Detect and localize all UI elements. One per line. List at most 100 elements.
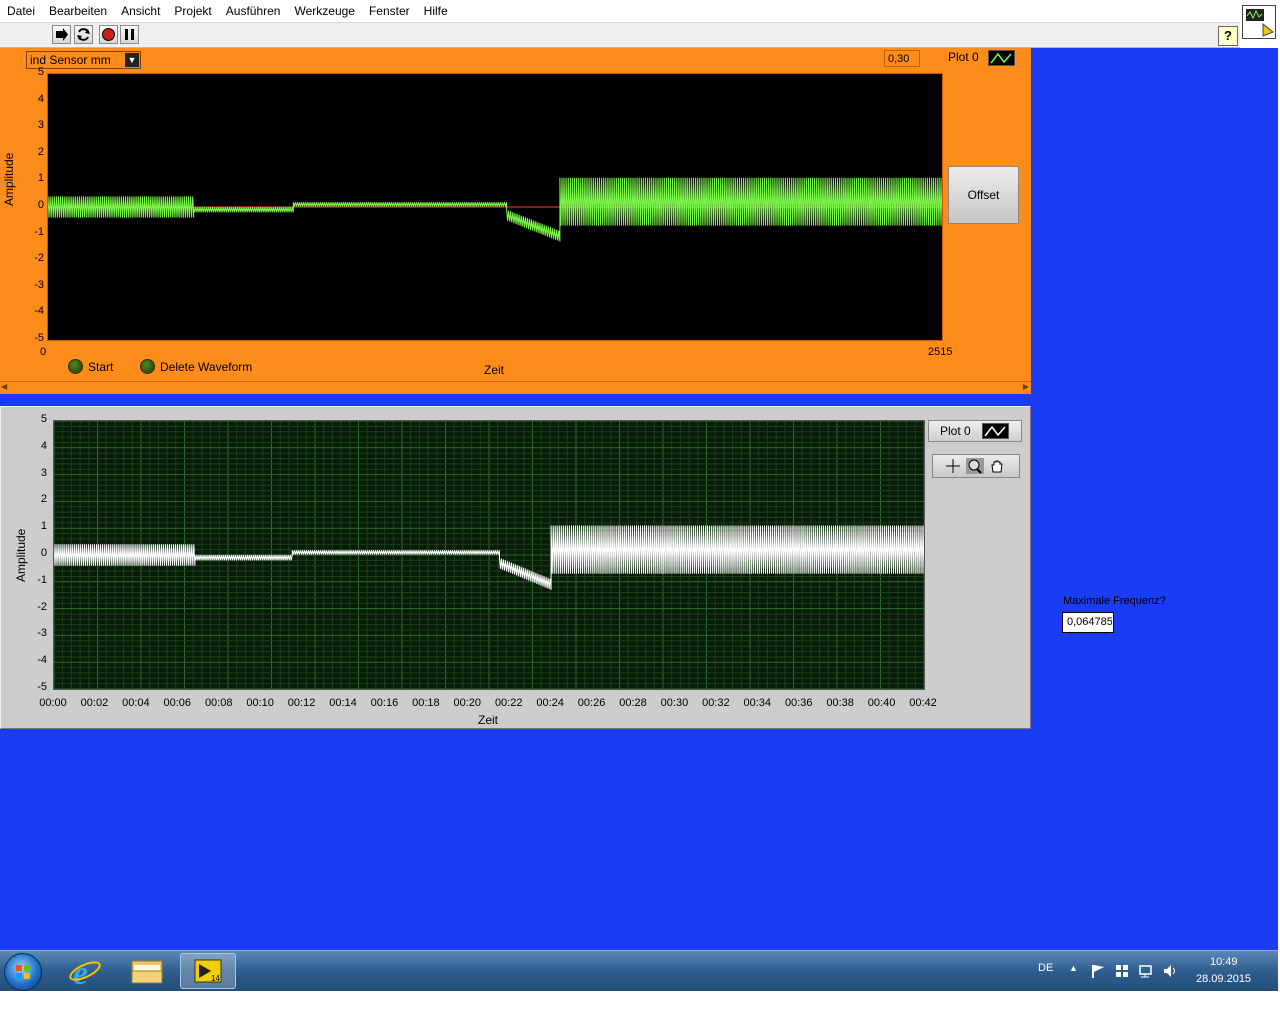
max-frequency-label: Maximale Frequenz? <box>1063 595 1166 607</box>
plot-legend-swatch[interactable] <box>988 50 1015 66</box>
pause-icon <box>125 29 134 40</box>
windows-logo-icon <box>16 965 30 979</box>
stop-icon <box>102 28 115 41</box>
max-frequency-indicator: 0,064785 <box>1062 612 1114 633</box>
start-button[interactable] <box>4 953 42 991</box>
x-tick-label: 00:18 <box>412 697 440 709</box>
y-tick-label: -3 <box>34 278 44 291</box>
x-tick-label: 00:20 <box>453 697 482 709</box>
file-explorer-button[interactable] <box>122 953 172 989</box>
svg-text:14: 14 <box>211 974 220 983</box>
x-tick-label: 00:04 <box>122 697 150 709</box>
start-led-button[interactable] <box>68 359 83 374</box>
numeric-control[interactable]: 0,30 <box>884 50 920 67</box>
scroll-left-icon[interactable]: ◀ <box>1 382 7 391</box>
abort-button[interactable] <box>99 25 118 44</box>
network-icon[interactable] <box>1138 963 1154 979</box>
run-continuous-button[interactable] <box>74 25 93 44</box>
run-arrow-button[interactable] <box>52 25 71 44</box>
delete-waveform-label: Delete Waveform <box>160 360 253 374</box>
x-tick-label: 00:38 <box>826 697 854 709</box>
menu-datei[interactable]: Datei <box>0 0 42 22</box>
x-tick-label: 00:24 <box>536 697 564 709</box>
start-label: Start <box>88 360 114 374</box>
x-tick-label: 00:34 <box>743 697 772 709</box>
line-style-icon <box>984 425 1006 437</box>
x-tick-label: 00:16 <box>370 697 399 709</box>
plot-legend-label: Plot 0 <box>948 50 979 64</box>
top-waveform-chart <box>47 177 943 242</box>
top-y-axis-title: Amplitude <box>2 152 16 206</box>
vi-icon[interactable] <box>1242 5 1276 39</box>
top-plot-area[interactable] <box>47 73 943 341</box>
chevron-down-icon[interactable]: ▼ <box>125 53 139 67</box>
x-tick-label: 00:00 <box>39 697 67 709</box>
y-tick-label: -4 <box>37 654 47 667</box>
zoom-icon[interactable] <box>966 458 984 474</box>
menu-bearbeiten[interactable]: Bearbeiten <box>42 0 114 22</box>
y-tick-label: 3 <box>40 466 47 479</box>
y-tick-label: -4 <box>34 305 44 318</box>
waveform-series-line <box>47 177 943 242</box>
menu-fenster[interactable]: Fenster <box>362 0 417 22</box>
toolbar <box>0 23 1240 48</box>
bottom-graph-panel: 5 4 3 2 1 0 -1 -2 -3 -4 -5 Amplitude 00:00 00:02 00:… <box>0 406 1031 729</box>
y-tick-label: -2 <box>34 252 44 265</box>
menu-ansicht[interactable]: Ansicht <box>114 0 167 22</box>
x-tick-label: 00:36 <box>784 697 813 709</box>
y-tick-label: 1 <box>37 172 44 185</box>
x-tick-label: 00:10 <box>246 697 274 709</box>
labview-task-button[interactable]: 14 <box>180 953 236 989</box>
pan-hand-icon[interactable] <box>988 458 1006 474</box>
bottom-x-axis-title: Zeit <box>478 713 499 727</box>
scroll-right-icon[interactable]: ▶ <box>1023 382 1029 391</box>
x-tick-label: 00:32 <box>702 697 730 709</box>
menu-hilfe[interactable]: Hilfe <box>417 0 455 22</box>
internet-explorer-icon: e <box>69 955 101 992</box>
volume-icon[interactable] <box>1162 963 1178 979</box>
offset-button[interactable]: Offset <box>948 166 1019 224</box>
horizontal-scrollbar[interactable]: ◀ ▶ <box>0 381 1031 394</box>
folder-icon <box>131 960 163 984</box>
y-tick-label: -1 <box>37 573 47 586</box>
y-tick-label: 0 <box>37 199 44 211</box>
bottom-y-axis-title: Amplitude <box>14 528 28 582</box>
x-tick-label: 00:14 <box>329 697 357 709</box>
y-tick-label: -5 <box>37 681 47 693</box>
x-tick-label: 00:02 <box>80 697 109 709</box>
cursor-crosshair-icon[interactable] <box>944 458 962 474</box>
top-x-min-label: 0 <box>40 346 47 358</box>
y-tick-label: -2 <box>37 600 47 613</box>
line-style-icon <box>990 52 1012 64</box>
graph-palette <box>932 454 1020 478</box>
bottom-waveform-chart <box>53 420 925 690</box>
y-tick-label: -3 <box>37 627 47 640</box>
clock-time[interactable]: 10:49 <box>1210 956 1238 968</box>
help-button[interactable]: ? <box>1218 26 1238 46</box>
y-tick-label: 4 <box>40 439 47 452</box>
bottom-plot-legend[interactable]: Plot 0 <box>928 420 1022 442</box>
x-tick-label: 00:26 <box>577 697 606 709</box>
bottom-plot-legend-swatch[interactable] <box>982 423 1009 439</box>
internet-explorer-button[interactable]: e <box>60 953 110 992</box>
top-x-max-label: 2515 <box>928 346 953 358</box>
menu-projekt[interactable]: Projekt <box>167 0 218 22</box>
y-tick-label: 0 <box>40 547 47 559</box>
numeric-control-value: 0,30 <box>888 53 910 65</box>
menu-werkzeuge[interactable]: Werkzeuge <box>287 0 361 22</box>
windows-taskbar: e 14 DE ▲ 10:49 28.09.2015 <box>0 950 1278 992</box>
y-tick-label: 5 <box>40 413 47 425</box>
show-hidden-icons-icon[interactable]: ▲ <box>1069 963 1078 973</box>
x-tick-label: 00:40 <box>867 697 896 709</box>
language-indicator[interactable]: DE <box>1038 962 1053 974</box>
y-tick-label: -1 <box>34 225 44 238</box>
action-center-flag-icon[interactable] <box>1090 963 1106 979</box>
menu-ausfuehren[interactable]: Ausführen <box>219 0 288 22</box>
x-tick-label: 00:06 <box>163 697 192 709</box>
delete-waveform-led-button[interactable] <box>140 359 155 374</box>
pause-button[interactable] <box>120 25 139 44</box>
bottom-plot-area[interactable] <box>53 420 925 690</box>
clock-date[interactable]: 28.09.2015 <box>1196 973 1251 985</box>
windows-update-icon[interactable] <box>1114 963 1130 979</box>
svg-text:e: e <box>73 955 88 989</box>
